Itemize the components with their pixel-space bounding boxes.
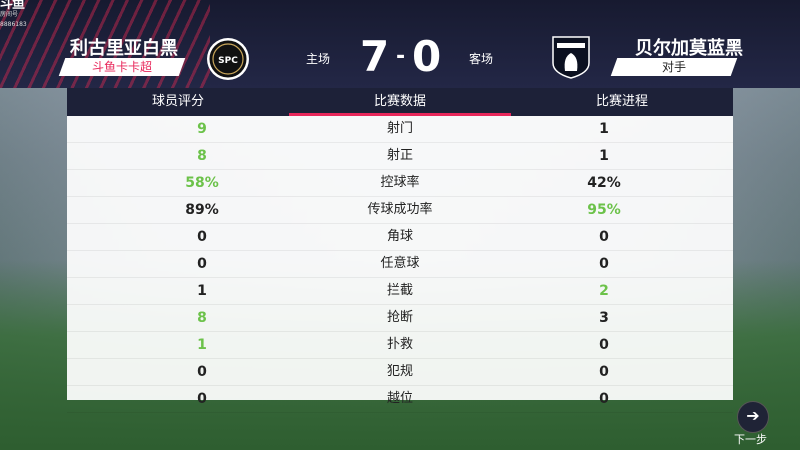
stat-label: 传球成功率	[367, 202, 433, 217]
home-stat-value: 0	[197, 364, 207, 380]
home-stat-value: 58%	[185, 175, 219, 191]
stat-label: 任意球	[380, 256, 420, 271]
douyu-watermark: 斗鱼 房间号 8886183	[0, 0, 40, 30]
away-stat-value: 0	[599, 337, 609, 353]
home-venue-label: 主场	[306, 52, 331, 66]
watermark-logo: 斗鱼	[0, 0, 25, 12]
away-crest-icon	[552, 36, 590, 79]
stats-tabs: 球员评分 比赛数据 比赛进程	[67, 88, 733, 116]
away-stat-value: 3	[599, 310, 609, 326]
stat-row: 8 射正 1	[67, 143, 733, 170]
stat-label: 射正	[386, 148, 413, 163]
away-venue-label: 客场	[469, 52, 494, 66]
away-stat-value: 42%	[587, 175, 621, 191]
away-stat-value: 0	[599, 256, 609, 272]
home-stat-value: 0	[197, 256, 207, 272]
tab-match-progress[interactable]: 比赛进程	[511, 88, 733, 116]
stat-row: 0 任意球 0	[67, 251, 733, 278]
stat-label: 角球	[386, 229, 413, 244]
tab-player-ratings[interactable]: 球员评分	[67, 88, 289, 116]
home-stat-value: 8	[197, 310, 207, 326]
stat-label: 抢断	[386, 310, 413, 325]
home-stat-value: 1	[197, 283, 207, 299]
away-stat-value: 1	[599, 148, 609, 164]
match-header: 斗鱼 房间号 8886183 利古里亚白黑 斗鱼卡卡超 SPC 主场 7 - 0…	[0, 0, 800, 88]
away-team-name: 贝尔加莫蓝黑	[635, 38, 743, 59]
stat-row: 1 拦截 2	[67, 278, 733, 305]
watermark-room-number: 8886183	[0, 21, 27, 28]
stat-row: 89% 传球成功率 95%	[67, 197, 733, 224]
home-team-name: 利古里亚白黑	[70, 38, 178, 59]
stat-label: 控球率	[380, 175, 420, 190]
away-stat-value: 1	[599, 121, 609, 137]
stat-row: 0 角球 0	[67, 224, 733, 251]
away-team-tag: 对手	[610, 58, 738, 76]
home-stat-value: 0	[197, 229, 207, 245]
home-stat-value: 8	[197, 148, 207, 164]
home-stat-value: 0	[197, 391, 207, 407]
stat-label: 越位	[386, 391, 413, 406]
away-score: 0	[412, 32, 442, 81]
away-stat-value: 0	[599, 391, 609, 407]
home-team-badge: SPC	[207, 38, 249, 80]
stats-table: 9 射门 1 8 射正 1 58% 控球率 42% 89% 传球成功率 95% 0 角球 0 0 任意球 0 1 拦截…	[67, 116, 733, 413]
away-stat-value: 2	[599, 283, 609, 299]
home-stat-value: 9	[197, 121, 207, 137]
home-stat-value: 89%	[185, 202, 219, 218]
stat-label: 拦截	[386, 283, 413, 298]
svg-text:SPC: SPC	[218, 56, 238, 66]
away-stat-value: 95%	[587, 202, 621, 218]
home-crest-icon: SPC	[208, 39, 248, 79]
stat-row: 1 扑救 0	[67, 332, 733, 359]
home-team-tag: 斗鱼卡卡超	[58, 58, 186, 76]
stat-label: 犯规	[386, 364, 413, 379]
stat-row: 9 射门 1	[67, 116, 733, 143]
away-team-badge	[551, 35, 591, 79]
stat-row: 0 越位 0	[67, 386, 733, 413]
stat-row: 58% 控球率 42%	[67, 170, 733, 197]
arrow-right-icon: ➔	[746, 406, 760, 425]
home-score: 7	[360, 32, 390, 81]
stats-panel: 球员评分 比赛数据 比赛进程 9 射门 1 8 射正 1 58% 控球率 42% 89% 传球成功率…	[67, 88, 733, 413]
score-separator: -	[396, 44, 406, 69]
away-stat-value: 0	[599, 229, 609, 245]
stat-row: 0 犯规 0	[67, 359, 733, 386]
away-stat-value: 0	[599, 364, 609, 380]
next-button-label[interactable]: 下一步	[734, 431, 767, 447]
tab-match-stats[interactable]: 比赛数据	[289, 88, 511, 116]
stat-row: 8 抢断 3	[67, 305, 733, 332]
next-button[interactable]: ➔	[737, 401, 769, 433]
home-stat-value: 1	[197, 337, 207, 353]
stat-label: 扑救	[386, 337, 413, 352]
stat-label: 射门	[386, 121, 413, 136]
